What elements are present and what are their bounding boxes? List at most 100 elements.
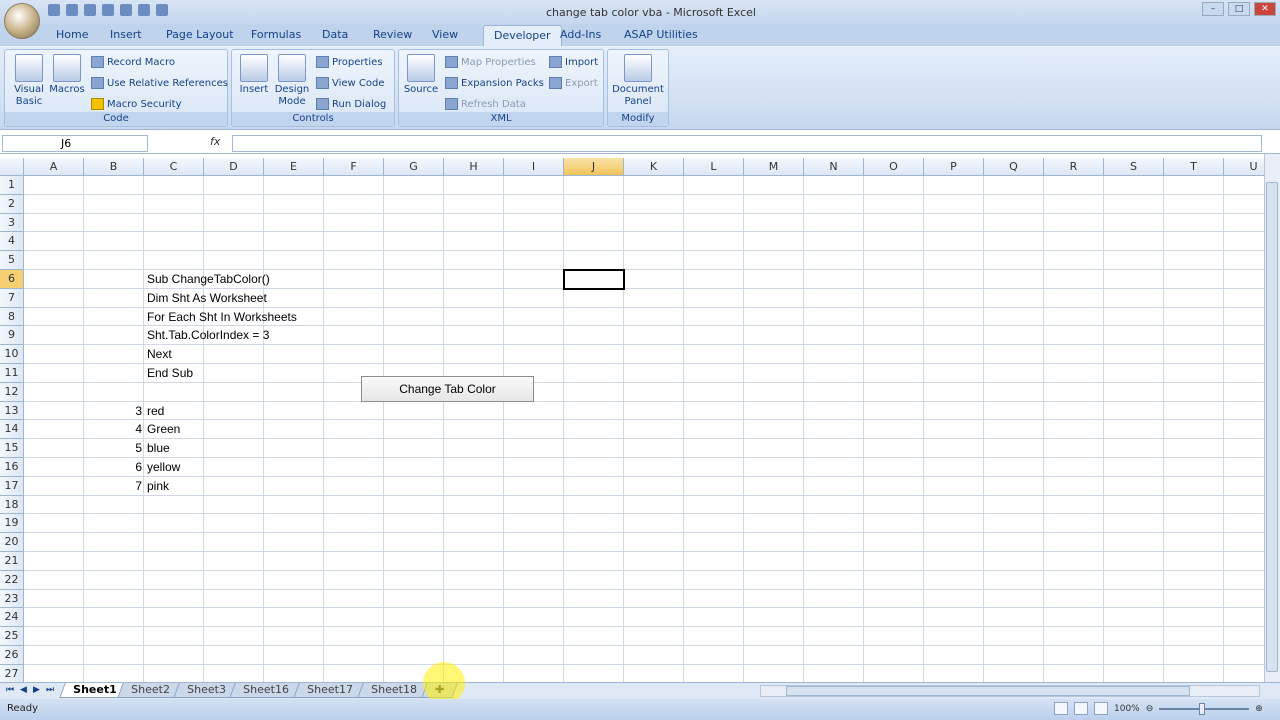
document-panel-button[interactable]: Document Panel [610,54,666,108]
prev-sheet-arrow-icon[interactable]: ◀ [20,685,27,695]
sheet-tab-sheet17[interactable]: Sheet17 [293,683,367,698]
cell-C6[interactable]: Sub ChangeTabColor() [145,272,272,286]
column-header[interactable]: J [564,158,624,176]
maximize-button[interactable]: □ [1228,2,1250,16]
tab-add-ins[interactable]: Add-Ins [560,28,601,41]
row-header[interactable]: 12 [0,382,24,402]
toolbar-icon[interactable] [102,4,114,16]
column-header[interactable]: B [84,158,144,176]
column-header[interactable]: A [24,158,84,176]
cell-C13[interactable]: red [145,404,166,418]
column-header[interactable]: Q [984,158,1044,176]
column-header[interactable]: U [1224,158,1264,176]
column-header[interactable]: D [204,158,264,176]
column-header[interactable]: F [324,158,384,176]
cell-C7[interactable]: Dim Sht As Worksheet [145,291,269,305]
macro-security-button[interactable]: Macro Security [91,98,182,110]
row-header[interactable]: 7 [0,288,24,308]
office-button[interactable] [4,3,40,39]
expansion-packs-button[interactable]: Expansion Packs [445,77,544,89]
tab-data[interactable]: Data [322,28,348,41]
row-header[interactable]: 22 [0,570,24,590]
run-dialog-button[interactable]: Run Dialog [316,98,386,110]
cell-C14[interactable]: Green [145,422,182,436]
export-button[interactable]: Export [549,77,598,89]
row-header[interactable]: 24 [0,608,24,628]
page-break-view-button[interactable] [1094,702,1108,715]
column-header[interactable]: O [864,158,924,176]
tab-home[interactable]: Home [56,28,88,41]
column-header[interactable]: S [1104,158,1164,176]
column-header[interactable]: E [264,158,324,176]
column-header[interactable]: N [804,158,864,176]
column-header[interactable]: G [384,158,444,176]
cell-C11[interactable]: End Sub [145,366,195,380]
column-header[interactable]: P [924,158,984,176]
row-header[interactable]: 27 [0,664,24,682]
row-header[interactable]: 17 [0,476,24,496]
row-header[interactable]: 26 [0,646,24,665]
visual-basic-button[interactable]: Visual Basic [9,54,49,108]
macros-button[interactable]: Macros [49,54,85,96]
row-header[interactable]: 20 [0,533,24,552]
cell-C16[interactable]: yellow [145,460,182,474]
zoom-out-icon[interactable]: ⊖ [1146,704,1154,714]
row-header[interactable]: 11 [0,364,24,383]
next-sheet-arrow-icon[interactable]: ▶ [33,685,40,695]
properties-button[interactable]: Properties [316,56,383,68]
column-header[interactable]: K [624,158,684,176]
last-sheet-arrow-icon[interactable]: ⏭ [46,685,54,695]
record-macro-button[interactable]: Record Macro [91,56,175,68]
row-header[interactable]: 4 [0,232,24,252]
row-header[interactable]: 16 [0,458,24,477]
insert-control-button[interactable]: Insert [236,54,272,96]
row-header[interactable]: 13 [0,401,24,421]
name-box[interactable]: J6 [2,135,148,152]
tab-page-layout[interactable]: Page Layout [166,28,234,41]
column-header[interactable]: R [1044,158,1104,176]
row-header[interactable]: 21 [0,552,24,571]
row-header[interactable]: 19 [0,514,24,534]
tab-review[interactable]: Review [373,28,412,41]
design-mode-button[interactable]: Design Mode [274,54,310,108]
toolbar-icon[interactable] [120,4,132,16]
cell-B13[interactable]: 3 [84,404,144,418]
first-sheet-arrow-icon[interactable]: ⏮ [6,685,14,695]
tab-developer[interactable]: Developer [483,25,562,46]
sheet-tab-sheet18[interactable]: Sheet18 [357,683,431,698]
tab-formulas[interactable]: Formulas [251,28,301,41]
map-properties-button[interactable]: Map Properties [445,56,536,68]
sheet-tab-sheet16[interactable]: Sheet16 [229,683,303,698]
column-header[interactable]: T [1164,158,1224,176]
row-header[interactable]: 1 [0,176,24,195]
row-header[interactable]: 8 [0,307,24,327]
column-header[interactable]: H [444,158,504,176]
cell-C9[interactable]: Sht.Tab.ColorIndex = 3 [145,328,271,342]
column-header[interactable]: L [684,158,744,176]
cell-B17[interactable]: 7 [84,479,144,493]
select-all-corner[interactable] [0,158,24,176]
selected-cell[interactable] [563,269,625,290]
row-header[interactable]: 23 [0,589,24,609]
use-relative-references-button[interactable]: Use Relative References [91,77,228,89]
insert-function-icon[interactable]: fx [210,135,220,148]
row-header[interactable]: 5 [0,251,24,270]
vertical-scroll-thumb[interactable] [1266,182,1278,672]
cell-B15[interactable]: 5 [84,441,144,455]
worksheet-grid[interactable]: A B C D E F G H I J K L M N O P Q R S T U 1 2 3 4 5 6 7 8 9 10 11 12 13 14… [0,158,1264,682]
row-header[interactable]: 14 [0,420,24,440]
source-button[interactable]: Source [403,54,439,96]
row-header[interactable]: 2 [0,194,24,214]
redo-icon[interactable] [84,4,96,16]
tab-asap-utilities[interactable]: ASAP Utilities [624,28,698,41]
horizontal-scroll-thumb[interactable] [786,686,1190,696]
cell-C15[interactable]: blue [145,441,172,455]
refresh-data-button[interactable]: Refresh Data [445,98,526,110]
normal-view-button[interactable] [1054,702,1068,715]
column-header[interactable]: I [504,158,564,176]
row-header[interactable]: 9 [0,326,24,346]
toolbar-icon[interactable] [138,4,150,16]
page-layout-view-button[interactable] [1074,702,1088,715]
zoom-slider[interactable] [1159,702,1250,715]
row-header[interactable]: 18 [0,495,24,515]
